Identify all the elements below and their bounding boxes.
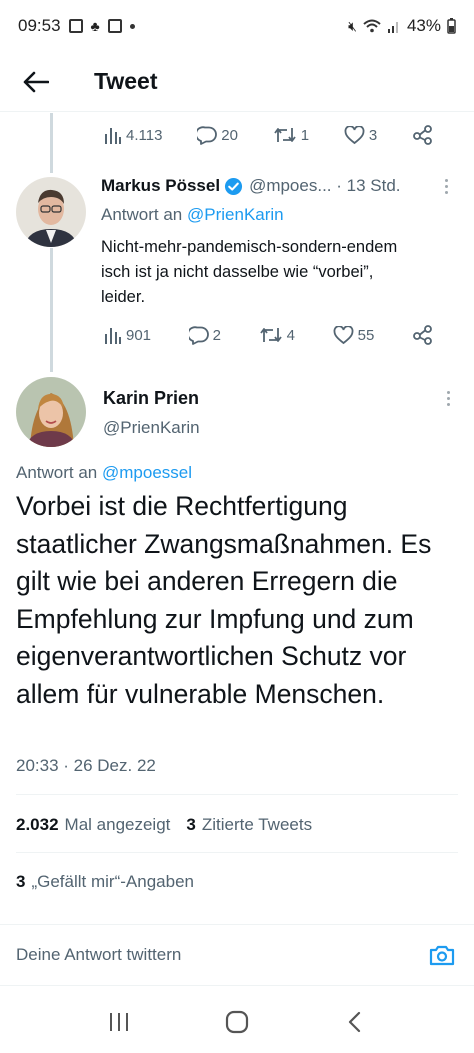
reply-count: 2 bbox=[212, 326, 222, 344]
mention-link[interactable]: @mpoessel bbox=[102, 463, 192, 482]
book-notification-icon bbox=[107, 19, 122, 33]
camera-button[interactable] bbox=[428, 941, 456, 969]
mute-icon: 🔇︎ bbox=[348, 17, 357, 34]
gallery-notification-icon bbox=[68, 19, 83, 33]
retweet-icon bbox=[259, 328, 282, 342]
retweet-button[interactable]: 1 bbox=[273, 126, 309, 144]
author-name[interactable]: Markus Pössel bbox=[101, 176, 220, 196]
main-tweet-text: Vorbei ist die Rechtfertigung staatliche… bbox=[16, 491, 432, 709]
reply-button[interactable]: 2 bbox=[188, 325, 222, 345]
likes-stats[interactable]: 3 „Gefällt mir“-Angaben bbox=[16, 872, 194, 892]
author-handle[interactable]: @PrienKarin bbox=[103, 418, 200, 438]
back-arrow-icon bbox=[23, 71, 49, 92]
camera-icon bbox=[429, 945, 455, 966]
divider bbox=[16, 852, 458, 853]
more-button[interactable] bbox=[438, 388, 458, 408]
status-bar: 09:53 ♣ 🔇︎ 43% bbox=[0, 0, 474, 52]
mention-link[interactable]: @PrienKarin bbox=[187, 205, 284, 224]
share-button[interactable] bbox=[412, 125, 434, 145]
tweet-text-line: leider. bbox=[101, 288, 146, 306]
reply-count: 20 bbox=[221, 126, 238, 144]
previous-tweet-actions: 4.113 20 1 3 bbox=[104, 125, 434, 145]
page-title: Tweet bbox=[94, 68, 158, 94]
wifi-icon bbox=[363, 19, 381, 33]
retweet-count: 4 bbox=[286, 326, 295, 344]
reply-to-line: Antwort an @PrienKarin bbox=[101, 205, 284, 225]
views-icon bbox=[105, 128, 121, 144]
more-button[interactable] bbox=[436, 176, 456, 196]
reply-prefix: Antwort an bbox=[16, 463, 98, 482]
views-icon bbox=[105, 328, 121, 344]
author-handle-time: @mpoes... · 13 Std. bbox=[249, 176, 401, 195]
battery-icon bbox=[447, 18, 456, 34]
views-total: 2.032 bbox=[16, 815, 59, 834]
author-name[interactable]: Karin Prien bbox=[103, 388, 199, 409]
share-button[interactable] bbox=[412, 325, 434, 345]
tweet-text-line: Nicht-mehr-pandemisch-sondern-endem bbox=[101, 238, 398, 256]
views-quotes-stats: 2.032 Mal angezeigt 3 Zitierte Tweets bbox=[16, 815, 312, 835]
verified-icon bbox=[225, 177, 243, 195]
status-time: 09:53 bbox=[18, 16, 61, 35]
like-button[interactable]: 55 bbox=[333, 325, 375, 345]
reply-prefix: Antwort an bbox=[101, 205, 183, 224]
share-icon bbox=[413, 325, 432, 345]
top-bar: Tweet bbox=[0, 52, 474, 112]
reply-icon bbox=[188, 325, 209, 345]
tweet-text: Nicht-mehr-pandemisch-sondern-endem isch… bbox=[101, 235, 461, 310]
more-notifications-icon bbox=[129, 23, 135, 29]
battery-level: 43% bbox=[406, 16, 441, 35]
nav-back-icon bbox=[348, 1011, 361, 1032]
like-count: 3 bbox=[368, 126, 378, 144]
tweet-header: Markus Pössel @mpoes... · 13 Std. bbox=[101, 176, 441, 196]
retweet-icon bbox=[273, 128, 296, 142]
quotes-count[interactable]: 3 bbox=[186, 815, 195, 835]
views-label: Mal angezeigt bbox=[64, 815, 171, 834]
thread-line bbox=[50, 113, 53, 173]
quotes-label[interactable]: Zitierte Tweets bbox=[202, 815, 312, 835]
likes-total: 3 bbox=[16, 872, 26, 891]
signal-icon bbox=[387, 22, 398, 33]
views-button[interactable]: 4.113 bbox=[104, 126, 162, 144]
reply-input[interactable]: Deine Antwort twittern bbox=[16, 945, 428, 965]
verified-badge bbox=[224, 177, 243, 196]
system-nav-bar bbox=[0, 990, 474, 1053]
like-count: 55 bbox=[357, 326, 375, 344]
recents-icon bbox=[110, 1012, 128, 1031]
reply-button[interactable]: 20 bbox=[197, 125, 238, 145]
reply-composer: Deine Antwort twittern bbox=[0, 924, 474, 986]
avatar[interactable] bbox=[16, 377, 86, 447]
like-button[interactable]: 3 bbox=[344, 125, 378, 145]
like-icon bbox=[344, 125, 365, 144]
divider bbox=[16, 794, 458, 795]
system-back-button[interactable] bbox=[335, 1002, 375, 1042]
home-icon bbox=[225, 1010, 249, 1033]
thread-line bbox=[50, 248, 53, 372]
share-icon bbox=[413, 125, 432, 145]
back-button[interactable] bbox=[16, 62, 56, 102]
retweet-count: 1 bbox=[300, 126, 310, 144]
views-button[interactable]: 901 bbox=[104, 326, 151, 344]
tweet-actions: 901 2 4 55 bbox=[104, 325, 434, 345]
like-icon bbox=[333, 325, 354, 344]
more-icon bbox=[444, 178, 448, 182]
tweet-timestamp[interactable]: 20:33 · 26 Dez. 22 bbox=[16, 756, 156, 776]
home-button[interactable] bbox=[217, 1002, 257, 1042]
tweet-text-line: isch ist ja nicht dasselbe wie “vorbei”, bbox=[101, 263, 374, 281]
more-icon bbox=[446, 390, 450, 394]
likes-label: „Gefällt mir“-Angaben bbox=[31, 872, 194, 891]
avatar[interactable] bbox=[16, 177, 86, 247]
app-notification-icon: ♣ bbox=[90, 18, 100, 34]
reply-icon bbox=[197, 125, 218, 145]
recents-button[interactable] bbox=[99, 1002, 139, 1042]
views-count: 901 bbox=[126, 326, 152, 344]
views-count: 4.113 bbox=[126, 126, 163, 144]
reply-to-line: Antwort an @mpoessel bbox=[16, 463, 192, 483]
retweet-button[interactable]: 4 bbox=[259, 326, 295, 344]
